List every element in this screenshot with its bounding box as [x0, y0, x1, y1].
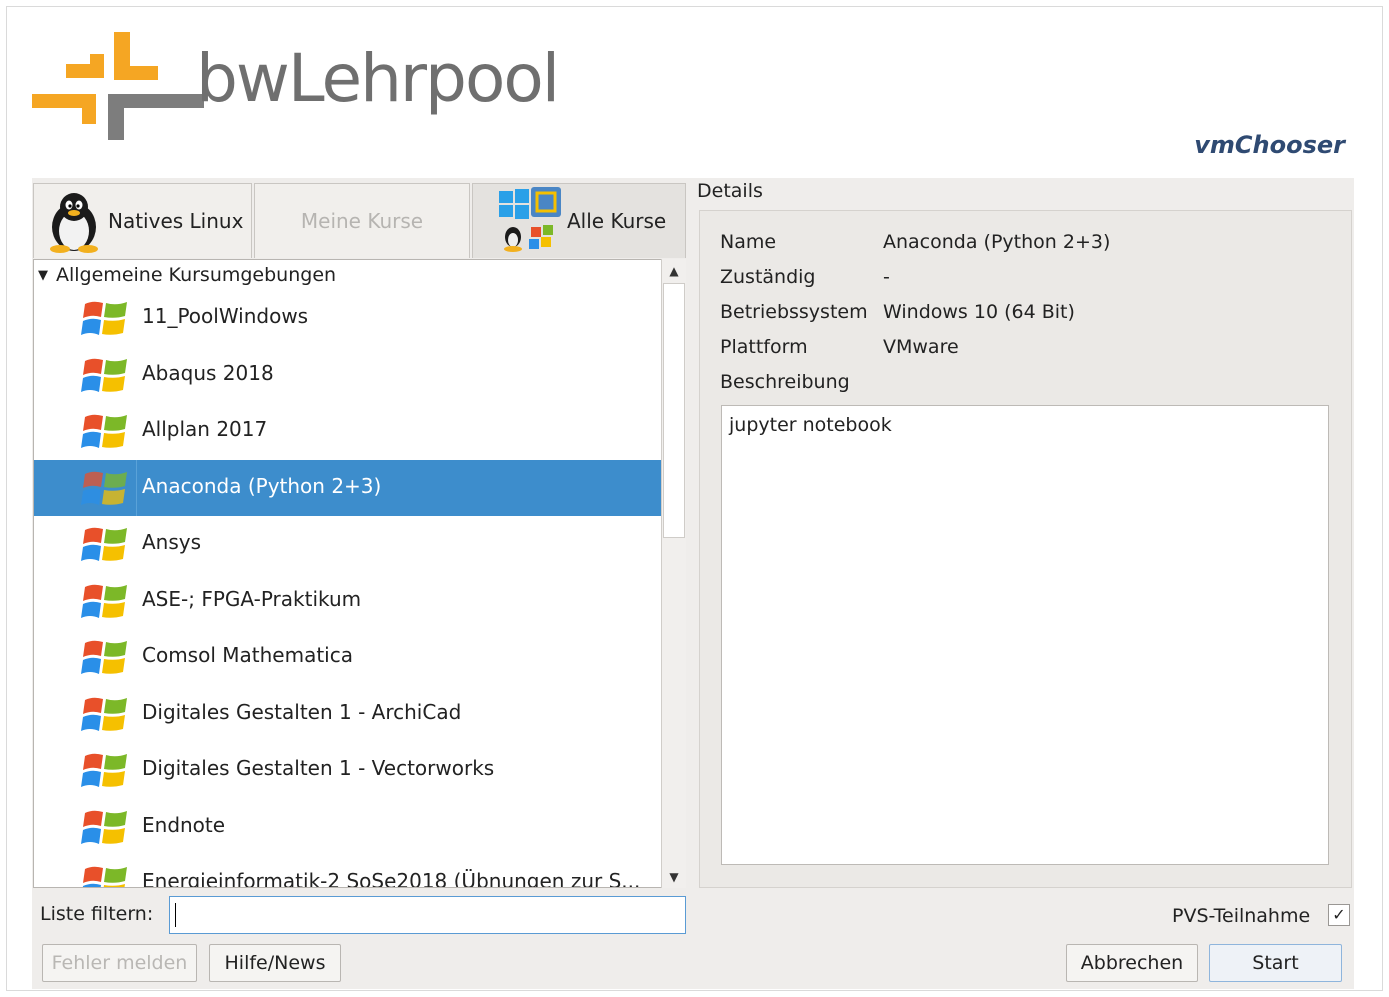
list-item[interactable]: Comsol Mathematica — [34, 629, 662, 685]
platform-label: Plattform — [720, 336, 808, 358]
list-item-label: Allplan 2017 — [142, 417, 268, 441]
list-item-label: Comsol Mathematica — [142, 643, 353, 667]
tab-natives-linux[interactable]: Natives Linux — [33, 183, 252, 258]
list-item[interactable]: Energieinformatik-2 SoSe2018 (Übnungen z… — [34, 855, 662, 888]
windows-vmware-linux-icon — [499, 187, 561, 252]
tab-alle-kurse-label: Alle Kurse — [567, 209, 667, 233]
tab-meine-kurse[interactable]: Meine Kurse — [254, 183, 470, 258]
list-item-label: Energieinformatik-2 SoSe2018 (Übnungen z… — [142, 869, 641, 888]
windows-flag-icon — [79, 748, 131, 799]
logo-mark-icon — [32, 32, 204, 140]
tab-meine-kurse-label: Meine Kurse — [300, 209, 424, 233]
description-label: Beschreibung — [720, 371, 850, 393]
list-item[interactable]: Digitales Gestalten 1 - Vectorworks — [34, 742, 662, 798]
details-title: Details — [697, 180, 763, 202]
list-item[interactable]: Endnote — [34, 799, 662, 855]
os-value: Windows 10 (64 Bit) — [883, 301, 1075, 323]
list-item-label: Ansys — [142, 530, 202, 554]
pvs-checkbox[interactable]: ✓ — [1328, 904, 1350, 926]
selection-divider — [136, 459, 137, 516]
list-item-label: 11_PoolWindows — [142, 304, 309, 328]
scroll-thumb[interactable] — [663, 283, 685, 538]
os-label: Betriebssystem — [720, 301, 868, 323]
name-value: Anaconda (Python 2+3) — [883, 231, 1111, 253]
list-item[interactable]: 11_PoolWindows — [34, 290, 662, 346]
windows-flag-icon — [79, 296, 131, 347]
list-item[interactable]: Ansys — [34, 516, 662, 572]
scroll-up-arrow-icon[interactable]: ▲ — [662, 259, 686, 281]
logo-text: bwLehrpool — [196, 40, 560, 117]
list-item[interactable]: Abaqus 2018 — [34, 347, 662, 403]
cancel-button[interactable]: Abbrechen — [1066, 944, 1198, 982]
platform-value: VMware — [883, 336, 959, 358]
group-label: Allgemeine Kursumgebungen — [56, 264, 337, 286]
list-item[interactable]: Digitales Gestalten 1 - ArchiCad — [34, 686, 662, 742]
description-box: jupyter notebook — [721, 405, 1329, 865]
windows-flag-icon — [79, 805, 131, 856]
responsible-label: Zuständig — [720, 266, 816, 288]
name-label: Name — [720, 231, 777, 253]
group-row-allgemeine[interactable]: ▼ Allgemeine Kursumgebungen — [34, 260, 662, 290]
windows-flag-icon — [79, 635, 131, 686]
filter-input[interactable] — [169, 896, 686, 934]
description-text: jupyter notebook — [729, 414, 892, 436]
responsible-value: - — [883, 266, 890, 288]
list-item-label: Endnote — [142, 812, 226, 837]
list-item-label: Anaconda (Python 2+3) — [142, 473, 382, 498]
windows-flag-icon — [79, 522, 131, 573]
bwlehrpool-logo: bwLehrpool — [30, 26, 560, 146]
app-title: vmChooser — [1194, 131, 1345, 159]
scroll-down-arrow-icon[interactable]: ▼ — [662, 866, 686, 888]
list-item-label: ASE-; FPGA-Praktikum — [142, 586, 362, 611]
tab-natives-linux-label: Natives Linux — [108, 209, 244, 233]
list-scrollbar[interactable]: ▲ ▼ — [661, 259, 686, 888]
windows-flag-icon — [79, 692, 131, 743]
help-news-button[interactable]: Hilfe/News — [209, 944, 341, 982]
list-item-label: Digitales Gestalten 1 - ArchiCad — [142, 699, 462, 724]
windows-flag-icon — [79, 861, 131, 887]
list-item[interactable]: Allplan 2017 — [34, 403, 662, 459]
text-caret — [175, 903, 176, 927]
tux-penguin-icon — [50, 193, 98, 253]
course-list[interactable]: ▼ Allgemeine Kursumgebungen 11_PoolWindo… — [33, 259, 686, 888]
windows-flag-icon — [79, 579, 131, 630]
list-item[interactable]: ASE-; FPGA-Praktikum — [34, 573, 662, 629]
pvs-label: PVS-Teilnahme — [1172, 905, 1311, 927]
windows-flag-icon — [79, 466, 131, 517]
collapse-triangle-icon[interactable]: ▼ — [38, 268, 48, 283]
start-button[interactable]: Start — [1209, 944, 1342, 982]
list-item-label: Abaqus 2018 — [142, 360, 274, 385]
filter-label: Liste filtern: — [40, 903, 154, 925]
tab-alle-kurse[interactable]: Alle Kurse — [472, 183, 686, 258]
report-error-button[interactable]: Fehler melden — [42, 944, 197, 982]
windows-flag-icon — [79, 353, 131, 404]
list-item[interactable]: Anaconda (Python 2+3) — [34, 459, 662, 517]
windows-flag-icon — [79, 409, 131, 460]
list-item-label: Digitales Gestalten 1 - Vectorworks — [142, 756, 495, 780]
